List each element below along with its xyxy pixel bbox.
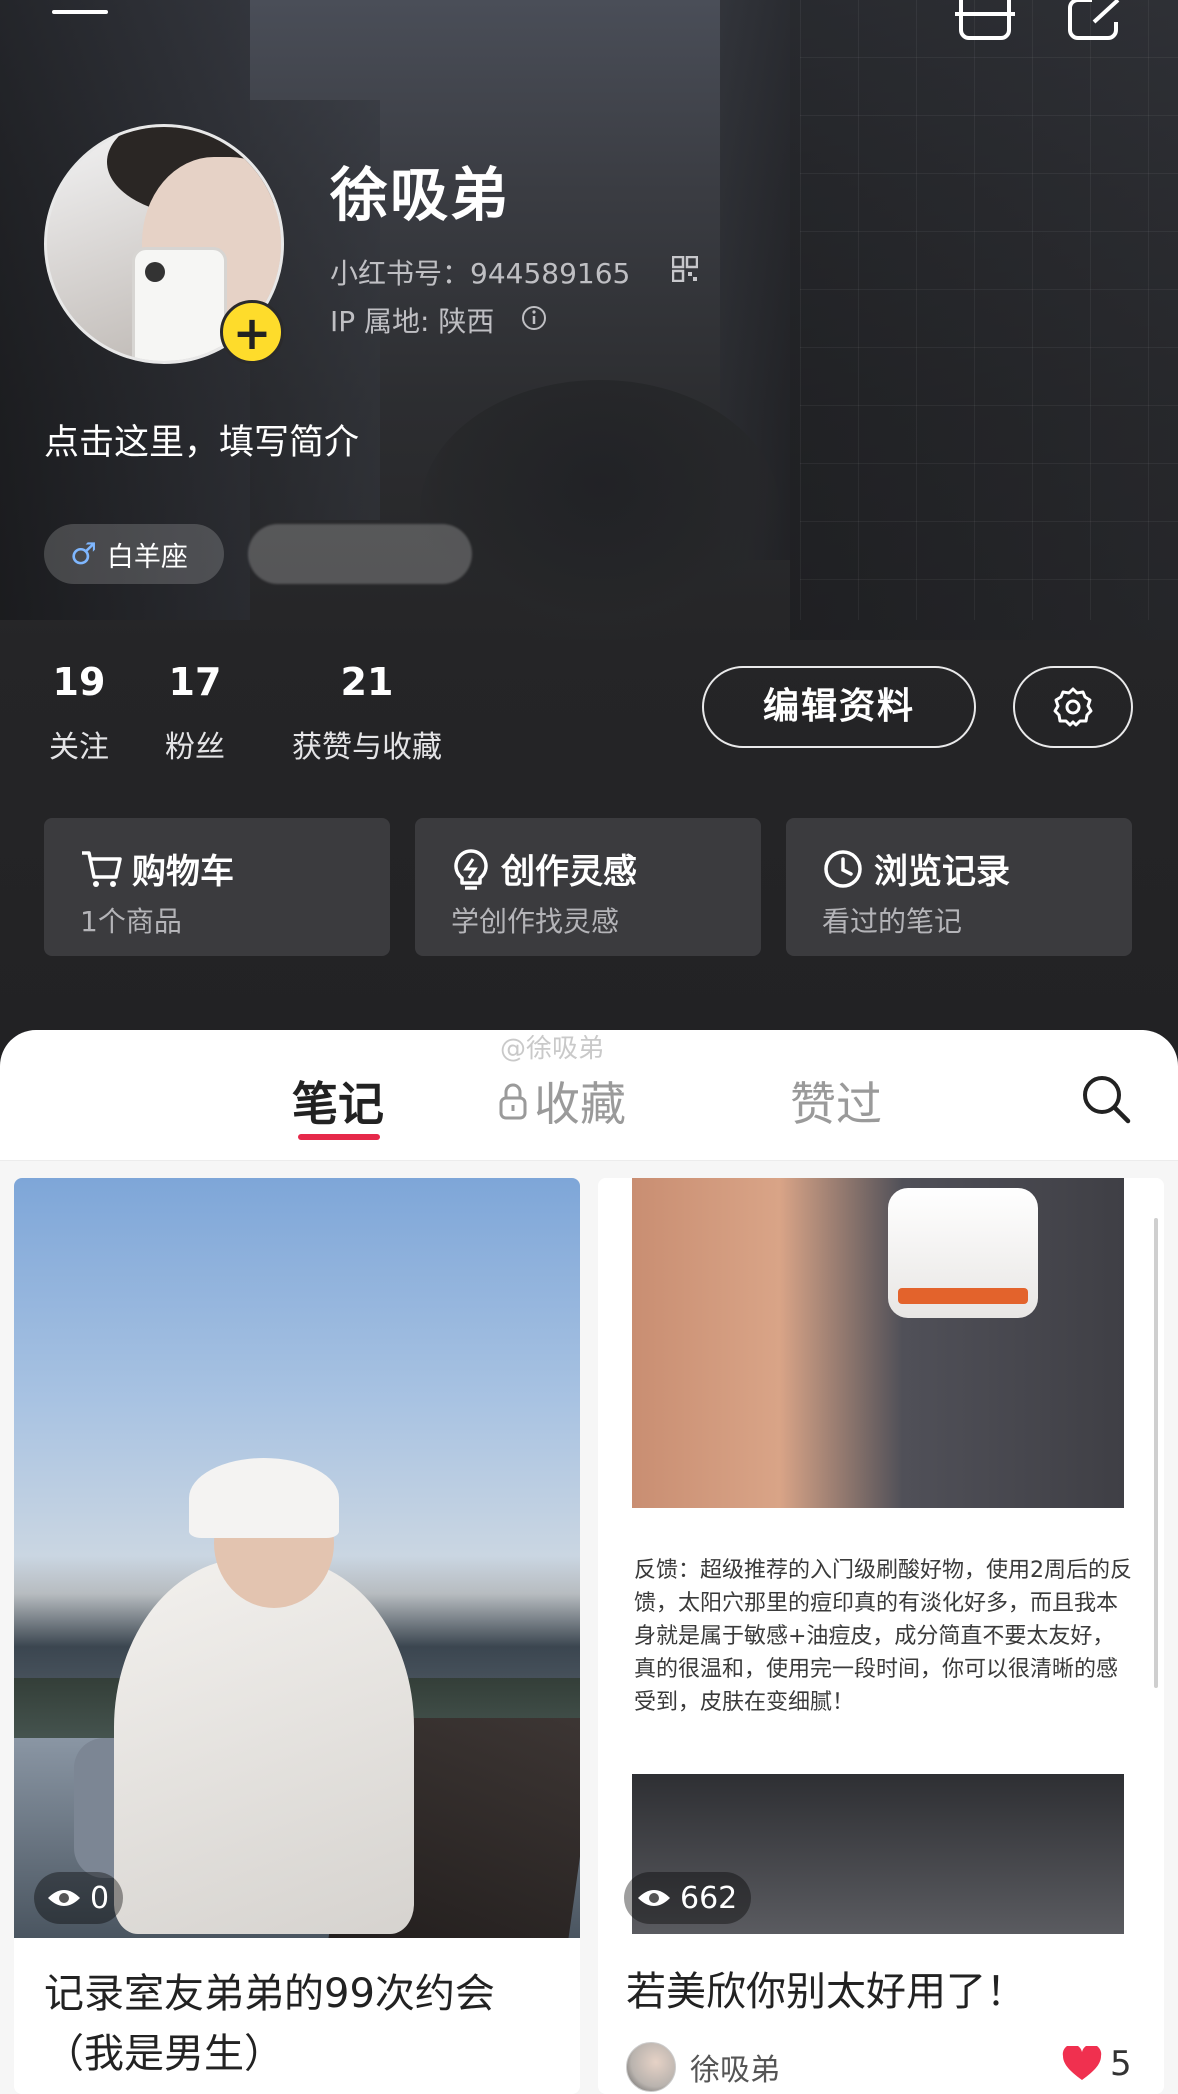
profile-header: + 徐吸弟 小红书号：944589165 IP 属地: 陕西 点击这里，填写简介… xyxy=(0,0,1178,1070)
eye-icon xyxy=(48,1890,80,1906)
note-card[interactable]: 0 记录室友弟弟的99次约会（我是男生） xyxy=(14,1178,580,2094)
scan-icon[interactable] xyxy=(955,0,1015,44)
share-icon[interactable] xyxy=(1064,0,1124,44)
ip-location: IP 属地: 陕西 xyxy=(330,305,495,338)
author-avatar xyxy=(626,2042,676,2092)
like-button[interactable]: 5 xyxy=(1062,2044,1132,2084)
author-name: 徐吸弟 xyxy=(690,2053,780,2088)
menu-icon[interactable] xyxy=(52,0,108,36)
history-title: 浏览记录 xyxy=(874,852,1010,892)
note-card[interactable]: 反馈：超级推荐的入门级刷酸好物，使用2周后的反馈，太阳穴那里的痘印真的有淡化好多… xyxy=(598,1178,1164,2094)
user-id: 小红书号：944589165 xyxy=(330,257,631,290)
stat-likes-and-collects[interactable]: 21 获赞与收藏 xyxy=(282,660,452,766)
gear-icon xyxy=(1053,687,1093,727)
qr-code-icon[interactable] xyxy=(672,256,698,282)
blurred-tag[interactable] xyxy=(248,524,472,584)
zodiac-tag[interactable]: ♂ 白羊座 xyxy=(44,524,224,584)
username: 徐吸弟 xyxy=(330,161,511,229)
search-icon[interactable] xyxy=(1080,1073,1132,1125)
active-tab-indicator xyxy=(298,1134,380,1140)
note-cover-image xyxy=(14,1178,580,1938)
view-count-badge: 0 xyxy=(34,1872,124,1924)
bio-prompt[interactable]: 点击这里，填写简介 xyxy=(44,414,359,465)
history-subtitle: 看过的笔记 xyxy=(822,905,963,938)
note-title: 若美欣你别太好用了！ xyxy=(626,1969,1026,2015)
zodiac-label: 白羊座 xyxy=(106,541,188,573)
clock-icon xyxy=(824,849,862,888)
bulb-icon xyxy=(454,848,488,890)
avatar-add-button[interactable]: + xyxy=(220,300,284,364)
gender-male-icon: ♂ xyxy=(70,536,97,572)
heart-icon xyxy=(1062,2046,1102,2080)
creative-inspiration-card[interactable]: 创作灵感 学创作找灵感 xyxy=(415,818,761,956)
like-count: 5 xyxy=(1110,2044,1132,2084)
tab-collect[interactable]: 收藏 xyxy=(496,1068,626,1134)
inspiration-title: 创作灵感 xyxy=(501,852,637,892)
note-author[interactable]: 徐吸弟 xyxy=(626,2042,780,2092)
note-cover-image: 反馈：超级推荐的入门级刷酸好物，使用2周后的反馈，太阳穴那里的痘印真的有淡化好多… xyxy=(598,1178,1164,1934)
cart-icon xyxy=(82,850,122,887)
stat-following[interactable]: 19 关注 xyxy=(44,660,114,766)
cart-subtitle: 1个商品 xyxy=(80,905,182,938)
view-count-badge: 662 xyxy=(624,1872,752,1924)
lock-icon xyxy=(499,1083,527,1120)
cart-title: 购物车 xyxy=(132,852,234,892)
view-count: 662 xyxy=(680,1880,738,1916)
shopping-cart-card[interactable]: 购物车 1个商品 xyxy=(44,818,390,956)
watermark: @徐吸弟 xyxy=(500,1034,605,1064)
settings-button[interactable] xyxy=(1013,666,1133,748)
tab-notes[interactable]: 笔记 xyxy=(292,1068,384,1134)
eye-icon xyxy=(638,1890,670,1906)
stat-fans[interactable]: 17 粉丝 xyxy=(160,660,230,766)
tab-collect-label: 收藏 xyxy=(534,1077,626,1131)
inspiration-subtitle: 学创作找灵感 xyxy=(451,905,620,938)
cover-image-text: 反馈：超级推荐的入门级刷酸好物，使用2周后的反馈，太阳穴那里的痘印真的有淡化好多… xyxy=(634,1558,1132,1715)
browsing-history-card[interactable]: 浏览记录 看过的笔记 xyxy=(786,818,1132,956)
info-icon[interactable] xyxy=(520,304,548,332)
edit-profile-button[interactable]: 编辑资料 xyxy=(702,666,976,748)
view-count: 0 xyxy=(90,1880,110,1916)
note-title: 记录室友弟弟的99次约会（我是男生） xyxy=(44,1971,495,2077)
tab-liked[interactable]: 赞过 xyxy=(790,1068,882,1134)
